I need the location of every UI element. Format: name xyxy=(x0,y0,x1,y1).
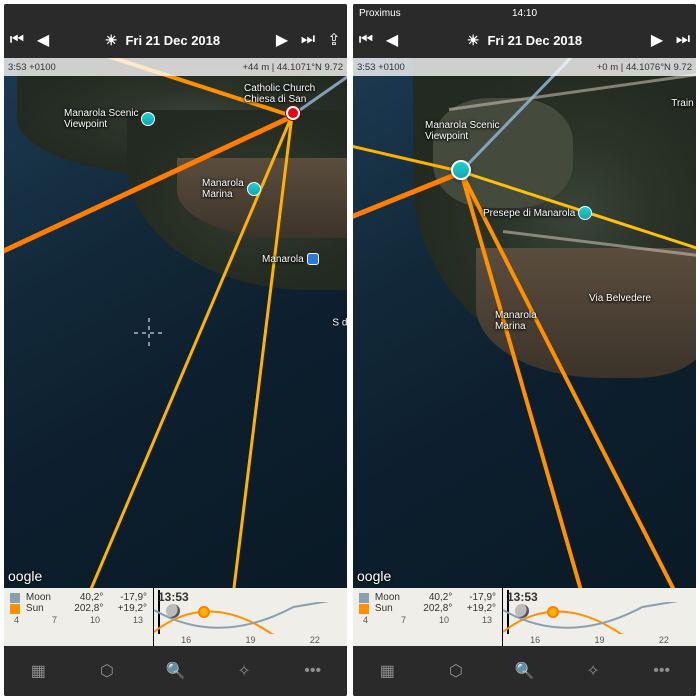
edge-text: S de xyxy=(332,318,347,329)
date-display[interactable]: ☀ Fri 21 Dec 2018 xyxy=(105,32,220,49)
legend-sun: Sun202,8°+19,2° xyxy=(359,603,496,614)
sun-icon: ☀ xyxy=(105,32,118,49)
nav-map[interactable]: ▦ xyxy=(376,660,398,682)
nav-map[interactable]: ▦ xyxy=(27,660,49,682)
search-icon: 🔍 xyxy=(164,660,186,682)
moon-swatch xyxy=(359,593,369,603)
map-view[interactable]: Manarola Scenic Viewpoint Manarola Marin… xyxy=(4,58,347,588)
skip-prev-button[interactable]: ⏮ xyxy=(359,33,373,47)
altitude-panel[interactable]: Moon40,2°-17,9° Sun202,8°+19,2° 471013 1… xyxy=(353,588,696,646)
legend-moon: Moon40,2°-17,9° xyxy=(359,592,496,603)
poi-station[interactable]: Manarola xyxy=(262,253,319,265)
info-time: 3:53 +0100 xyxy=(357,62,405,73)
share-icon: ⇪ xyxy=(327,30,340,50)
info-coords: +0 m | 44.1076°N 9.72 xyxy=(597,62,692,73)
screenshot-right: Proximus 14:10 ⏮ ◀ ☀ Fri 21 Dec 2018 ▶ ⏭… xyxy=(353,4,696,696)
legend-sun: Sun202,8°+19,2° xyxy=(10,603,147,614)
sun-marker xyxy=(198,606,210,618)
train-icon xyxy=(307,253,319,265)
altitude-chart[interactable]: 13:53 161922 xyxy=(154,588,347,646)
map-crosshair xyxy=(134,318,164,348)
skip-next-icon: ⏭ xyxy=(676,31,690,49)
cube-icon: ⬡ xyxy=(96,660,118,682)
moon-swatch xyxy=(10,593,20,603)
prev-button[interactable]: ◀ xyxy=(385,33,399,47)
skip-next-icon: ⏭ xyxy=(301,31,315,49)
map-info-row: 3:53 +0100 +44 m | 44.1071°N 9.72 xyxy=(4,58,347,76)
cube-icon: ⬡ xyxy=(445,660,467,682)
poi-church[interactable]: Catholic Church Chiesa di San xyxy=(244,83,315,105)
sun-swatch xyxy=(359,604,369,614)
skip-next-button[interactable]: ⏭ xyxy=(301,33,315,47)
date-display[interactable]: ☀ Fri 21 Dec 2018 xyxy=(467,32,582,49)
share-button[interactable]: ⇪ xyxy=(327,33,341,47)
more-icon: ••• xyxy=(302,660,324,682)
screenshot-left: ⏮ ◀ ☀ Fri 21 Dec 2018 ▶ ⏭ ⇪ 3:53 +0100 +… xyxy=(4,4,347,696)
next-icon: ▶ xyxy=(651,30,663,50)
poi-viewpoint[interactable]: Manarola Scenic Viewpoint xyxy=(425,120,499,142)
next-button[interactable]: ▶ xyxy=(275,33,289,47)
google-attrib: oogle xyxy=(8,568,42,584)
map-pin-observer[interactable] xyxy=(451,160,471,180)
prev-button[interactable]: ◀ xyxy=(36,33,50,47)
info-time: 3:53 +0100 xyxy=(8,62,56,73)
prev-icon: ◀ xyxy=(386,30,398,50)
map-icon: ▦ xyxy=(376,660,398,682)
skip-prev-icon: ⏮ xyxy=(10,31,24,49)
map-icon: ▦ xyxy=(27,660,49,682)
moon-marker xyxy=(166,604,180,618)
map-view[interactable]: Manarola Scenic Viewpoint Presepe di Man… xyxy=(353,58,696,588)
nav-more[interactable]: ••• xyxy=(302,660,324,682)
altitude-chart[interactable]: 13:53 161922 xyxy=(503,588,696,646)
status-carrier: Proximus xyxy=(359,8,401,19)
date-text: Fri 21 Dec 2018 xyxy=(125,33,220,48)
nav-ar[interactable]: ⬡ xyxy=(96,660,118,682)
skip-prev-icon: ⏮ xyxy=(359,31,373,49)
sun-swatch xyxy=(10,604,20,614)
map-pin-red[interactable] xyxy=(286,106,300,120)
next-icon: ▶ xyxy=(276,30,288,50)
sun-marker xyxy=(547,606,559,618)
skip-prev-button[interactable]: ⏮ xyxy=(10,33,24,47)
map-info-row: 3:53 +0100 +0 m | 44.1076°N 9.72 xyxy=(353,58,696,76)
status-bar xyxy=(4,4,347,22)
poi-icon xyxy=(141,112,155,126)
google-attrib: oogle xyxy=(357,568,391,584)
prev-icon: ◀ xyxy=(37,30,49,50)
nav-visual[interactable]: ✧ xyxy=(582,660,604,682)
nav-more[interactable]: ••• xyxy=(651,660,673,682)
sun-icon: ☀ xyxy=(467,32,480,49)
bottom-nav: ▦ ⬡ 🔍 ✧ ••• xyxy=(4,646,347,696)
poi-marina[interactable]: Manarola Marina xyxy=(202,178,261,200)
poi-belvedere[interactable]: Via Belvedere xyxy=(589,293,651,304)
nav-visual[interactable]: ✧ xyxy=(233,660,255,682)
poi-marina[interactable]: Manarola Marina xyxy=(495,310,537,332)
nav-ar[interactable]: ⬡ xyxy=(445,660,467,682)
altitude-panel[interactable]: Moon40,2°-17,9° Sun202,8°+19,2° 471013 1… xyxy=(4,588,347,646)
poi-viewpoint[interactable]: Manarola Scenic Viewpoint xyxy=(64,108,155,130)
skip-next-button[interactable]: ⏭ xyxy=(676,33,690,47)
target-icon: ✧ xyxy=(582,660,604,682)
search-icon: 🔍 xyxy=(513,660,535,682)
nav-search[interactable]: 🔍 xyxy=(513,660,535,682)
bottom-nav: ▦ ⬡ 🔍 ✧ ••• xyxy=(353,646,696,696)
next-button[interactable]: ▶ xyxy=(650,33,664,47)
date-nav-bar: ⏮ ◀ ☀ Fri 21 Dec 2018 ▶ ⏭ ⇪ xyxy=(4,22,347,58)
date-text: Fri 21 Dec 2018 xyxy=(487,33,582,48)
legend-moon: Moon40,2°-17,9° xyxy=(10,592,147,603)
date-nav-bar: ⏮ ◀ ☀ Fri 21 Dec 2018 ▶ ⏭ xyxy=(353,22,696,58)
poi-presepe[interactable]: Presepe di Manarola xyxy=(483,206,592,220)
info-coords: +44 m | 44.1071°N 9.72 xyxy=(242,62,343,73)
poi-train[interactable]: Train o xyxy=(671,98,696,109)
nav-search[interactable]: 🔍 xyxy=(164,660,186,682)
status-time: 14:10 xyxy=(512,8,537,19)
target-icon: ✧ xyxy=(233,660,255,682)
status-bar: Proximus 14:10 xyxy=(353,4,696,22)
more-icon: ••• xyxy=(651,660,673,682)
moon-marker xyxy=(515,604,529,618)
